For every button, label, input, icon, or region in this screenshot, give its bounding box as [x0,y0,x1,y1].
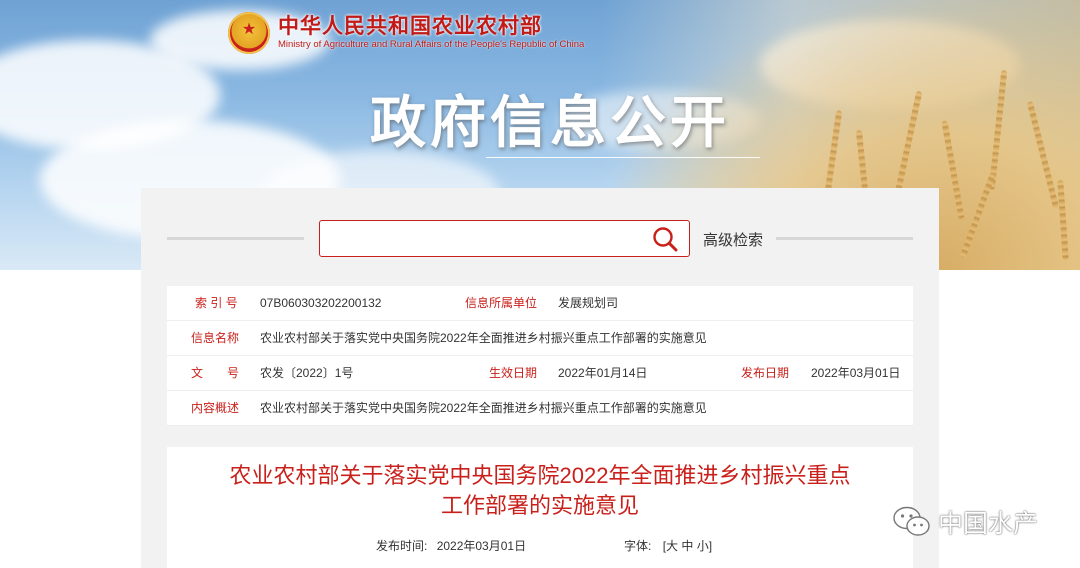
info-name-value: 农业农村部关于落实党中央国务院2022年全面推进乡村振兴重点工作部署的实施意见 [260,331,707,345]
info-row-index: 索 引 号 07B060303202200132 信息所属单位 发展规划司 [167,286,913,321]
index-number-label: 索 引 号 [195,296,238,310]
doc-number-label: 文 号 [191,366,240,380]
effective-date-label: 生效日期 [489,366,538,380]
font-size-medium-button[interactable]: 中 [681,539,693,553]
publish-date-value: 2022年03月01日 [811,366,901,380]
wechat-icon [893,506,930,536]
watermark-text: 中国水产 [938,510,1039,538]
search-icon[interactable] [651,226,679,252]
doc-number-value: 农发〔2022〕1号 [260,366,354,380]
unit-label: 信息所属单位 [465,296,538,310]
wechat-watermark: 中国水产 [892,504,1038,540]
font-size-control: 字体: [大 中 小] [624,537,712,554]
publish-time: 发布时间: 2022年03月01日 [376,537,526,554]
heading-underline [486,157,760,158]
search-divider-left [167,237,304,240]
publish-date-label: 发布日期 [741,366,790,380]
article-title-line-1: 农业农村部关于落实党中央国务院2022年全面推进乡村振兴重点 [229,463,851,488]
search-divider-right [776,237,913,240]
font-size-bracket-close: ] [708,539,713,553]
search-input[interactable] [330,225,644,253]
font-size-large-button[interactable]: 大 [666,539,678,553]
search-box [319,220,690,257]
national-emblem-icon [228,12,270,54]
summary-label: 内容概述 [191,401,240,415]
summary-value: 农业农村部关于落实党中央国务院2022年全面推进乡村振兴重点工作部署的实施意见 [260,401,707,415]
font-size-small-button[interactable]: 小 [697,539,709,553]
index-number-value: 07B060303202200132 [260,296,382,310]
advanced-search-link[interactable]: 高级检索 [703,229,763,250]
info-row-doc: 文 号 农发〔2022〕1号 生效日期 2022年01月14日 发布日期 202… [167,356,913,391]
font-size-label: 字体: [624,539,652,553]
article-title: 农业农村部关于落实党中央国务院2022年全面推进乡村振兴重点 工作部署的实施意见 [167,461,913,521]
page-heading: 政府信息公开 [370,91,730,154]
ministry-name-cn: 中华人民共和国农业农村部 [278,15,542,38]
info-name-label: 信息名称 [191,331,240,345]
article-title-line-2: 工作部署的实施意见 [440,493,639,518]
ministry-logo[interactable]: 中华人民共和国农业农村部 Ministry of Agriculture and… [228,12,584,54]
article-section: 农业农村部关于落实党中央国务院2022年全面推进乡村振兴重点 工作部署的实施意见… [167,447,913,568]
info-row-summary: 内容概述 农业农村部关于落实党中央国务院2022年全面推进乡村振兴重点工作部署的… [167,391,913,426]
effective-date-value: 2022年01月14日 [558,366,648,380]
publish-time-value: 2022年03月01日 [436,539,527,553]
publish-time-label: 发布时间: [376,539,428,553]
ministry-name-en: Ministry of Agriculture and Rural Affair… [278,39,585,50]
info-row-name: 信息名称 农业农村部关于落实党中央国务院2022年全面推进乡村振兴重点工作部署的… [167,321,913,356]
unit-value: 发展规划司 [558,296,619,310]
info-table: 索 引 号 07B060303202200132 信息所属单位 发展规划司 信息… [167,286,913,426]
